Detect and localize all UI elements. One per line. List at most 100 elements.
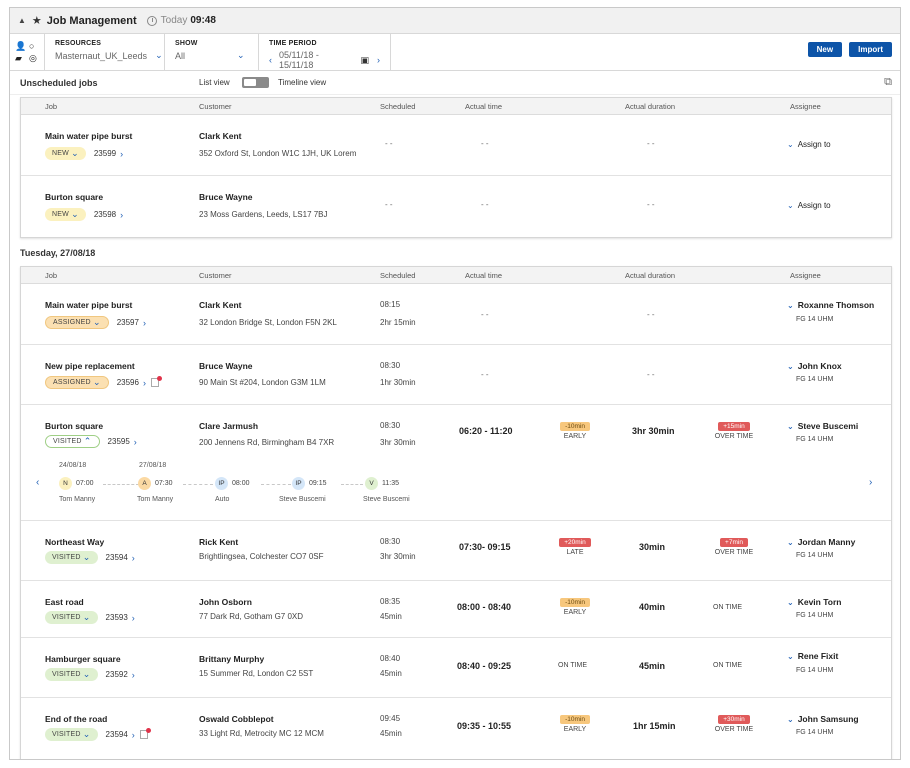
scheduled-time: 08:35 xyxy=(380,597,401,606)
assignee-dropdown[interactable]: ⌄ Rene Fixit xyxy=(787,651,838,661)
view-toggle[interactable] xyxy=(242,77,269,88)
chevron-right-icon[interactable]: › xyxy=(134,437,137,447)
timeline-prev-icon[interactable]: ‹ xyxy=(36,477,39,488)
time-period-selector[interactable]: TIME PERIOD ‹ 05/11/18 - 15/11/18 ▣ › xyxy=(259,34,391,70)
person-icon[interactable]: 👤 xyxy=(15,41,26,51)
status-badge[interactable]: VISITED ⌄ xyxy=(45,728,98,741)
note-alert-icon[interactable] xyxy=(139,728,151,739)
assign-to-dropdown[interactable]: ⌄ Assign to xyxy=(787,201,831,210)
calendar-icon[interactable]: ▣ xyxy=(360,55,369,66)
status-badge[interactable]: NEW ⌄ xyxy=(45,147,86,160)
assign-to-dropdown[interactable]: ⌄ Assign to xyxy=(787,140,831,149)
status-badge[interactable]: VISITED ⌄ xyxy=(45,611,98,624)
previous-period-icon[interactable]: ‹ xyxy=(269,55,272,65)
timeline-node[interactable]: A 07:30 xyxy=(138,477,173,490)
job-title[interactable]: Main water pipe burst xyxy=(45,131,132,141)
timeline-node[interactable]: IP 09:15 xyxy=(292,477,327,490)
star-icon[interactable]: ★ xyxy=(32,14,42,27)
table-row[interactable]: End of the road VISITED ⌄ 23594 › Oswald… xyxy=(21,698,891,758)
table-row[interactable]: East road VISITED ⌄ 23593 › John Osborn … xyxy=(21,581,891,638)
chevron-down-icon[interactable]: ⌄ xyxy=(237,50,245,61)
table-row[interactable]: Burton square VISITED ⌃ 23595 › Clare Ja… xyxy=(21,405,891,521)
actual-duration-value: 1hr 15min xyxy=(633,721,676,731)
circle-icon[interactable]: ○ xyxy=(29,41,39,51)
customer-address: 23 Moss Gardens, Leeds, LS17 7BJ xyxy=(199,210,328,219)
assignee-dropdown[interactable]: ⌄ John Knox xyxy=(787,361,842,371)
truck-icon[interactable]: ▰ xyxy=(15,53,25,63)
customer-name: Bruce Wayne xyxy=(199,192,253,202)
chevron-right-icon[interactable]: › xyxy=(132,613,135,623)
status-badge[interactable]: VISITED ⌄ xyxy=(45,551,98,564)
table-row[interactable]: Northeast Way VISITED ⌄ 23594 › Rick Ken… xyxy=(21,521,891,581)
chevron-right-icon[interactable]: › xyxy=(132,553,135,563)
job-title[interactable]: Main water pipe burst xyxy=(45,300,132,310)
status-badge[interactable]: ASSIGNED ⌄ xyxy=(45,316,109,329)
actual-duration-value: - - xyxy=(647,200,655,209)
timeline-node[interactable]: N 07:00 xyxy=(59,477,94,490)
job-title[interactable]: New pipe replacement xyxy=(45,361,135,371)
chevron-right-icon[interactable]: › xyxy=(120,210,123,220)
scheduled-duration: 45min xyxy=(380,612,402,621)
table-row[interactable]: Burton square NEW ⌄ 23598 › Bruce Wayne … xyxy=(21,176,891,237)
timeline-node[interactable]: V 11:35 xyxy=(365,477,399,490)
job-title[interactable]: East road xyxy=(45,597,84,607)
chevron-down-icon[interactable]: ⌄ xyxy=(155,50,163,61)
collapse-caret-icon[interactable]: ▲ xyxy=(18,16,26,25)
show-selector[interactable]: SHOW All ⌄ xyxy=(165,34,259,70)
job-title[interactable]: Hamburger square xyxy=(45,654,121,664)
external-link-icon[interactable]: ⧉ xyxy=(884,76,892,89)
timeline-node[interactable]: IP 08:00 xyxy=(215,477,250,490)
show-label: SHOW xyxy=(175,40,198,47)
status-badge[interactable]: ASSIGNED ⌄ xyxy=(45,376,109,389)
scheduled-duration: 45min xyxy=(380,729,402,738)
timeline-view-label: Timeline view xyxy=(278,78,327,87)
duration-variance-badge: +15min xyxy=(718,422,750,431)
resources-selector[interactable]: RESOURCES Masternaut_UK_Leeds ⌄ xyxy=(45,34,165,70)
table-row[interactable]: Main water pipe burst ASSIGNED ⌄ 23597 ›… xyxy=(21,284,891,345)
customer-address: 77 Dark Rd, Gotham G7 0XD xyxy=(199,612,304,621)
scheduled-time: 08:40 xyxy=(380,654,401,663)
table-row[interactable]: Main water pipe burst NEW ⌄ 23599 › Clar… xyxy=(21,115,891,176)
target-icon[interactable]: ◎ xyxy=(29,53,39,63)
status-badge[interactable]: NEW ⌄ xyxy=(45,208,86,221)
actual-duration-value: 40min xyxy=(639,602,666,612)
scheduled-value: - - xyxy=(385,200,393,209)
note-alert-icon[interactable] xyxy=(150,376,162,387)
assignee-dropdown[interactable]: ⌄ John Samsung xyxy=(787,714,859,724)
show-value: All xyxy=(175,50,186,61)
assignee-dropdown[interactable]: ⌄ Kevin Torn xyxy=(787,597,841,607)
chevron-right-icon[interactable]: › xyxy=(120,149,123,159)
customer-address: 90 Main St #204, London G3M 1LM xyxy=(199,378,326,387)
chevron-down-icon: ⌄ xyxy=(787,422,794,431)
job-title[interactable]: Burton square xyxy=(45,421,103,431)
duration-variance-label: OVER TIME xyxy=(714,433,754,440)
job-title[interactable]: Burton square xyxy=(45,192,103,202)
day-section-title: Tuesday, 27/08/18 xyxy=(20,248,96,258)
timeline-next-icon[interactable]: › xyxy=(869,477,872,488)
chevron-right-icon[interactable]: › xyxy=(132,730,135,740)
status-badge[interactable]: VISITED ⌃ xyxy=(45,435,100,448)
table-row[interactable]: Hamburger square VISITED ⌄ 23592 › Britt… xyxy=(21,638,891,698)
assignee-dropdown[interactable]: ⌄ Roxanne Thomson xyxy=(787,300,874,310)
chevron-right-icon[interactable]: › xyxy=(132,670,135,680)
status-badge[interactable]: VISITED ⌄ xyxy=(45,668,98,681)
job-title[interactable]: End of the road xyxy=(45,714,107,724)
chevron-right-icon[interactable]: › xyxy=(143,318,146,328)
new-button[interactable]: New xyxy=(807,42,843,57)
chevron-down-icon: ⌄ xyxy=(787,140,794,149)
scheduled-value: - - xyxy=(385,139,393,148)
assignee-dropdown[interactable]: ⌄ Steve Buscemi xyxy=(787,421,858,431)
import-button[interactable]: Import xyxy=(849,42,892,57)
actual-time-value: - - xyxy=(481,370,489,379)
timeline-date: 24/08/18 xyxy=(59,462,87,469)
assignee-dropdown[interactable]: ⌄ Jordan Manny xyxy=(787,537,855,547)
actual-time-value: 06:20 - 11:20 xyxy=(459,426,513,436)
table-row[interactable]: New pipe replacement ASSIGNED ⌄ 23596 › … xyxy=(21,345,891,405)
job-title[interactable]: Northeast Way xyxy=(45,537,104,547)
col-actual-time: Actual time xyxy=(465,271,503,280)
actual-time-value: - - xyxy=(481,310,489,319)
chevron-right-icon[interactable]: › xyxy=(143,378,146,388)
chevron-down-icon: ⌄ xyxy=(787,652,794,661)
next-period-icon[interactable]: › xyxy=(377,55,380,65)
chevron-down-icon: ⌄ xyxy=(82,552,91,562)
